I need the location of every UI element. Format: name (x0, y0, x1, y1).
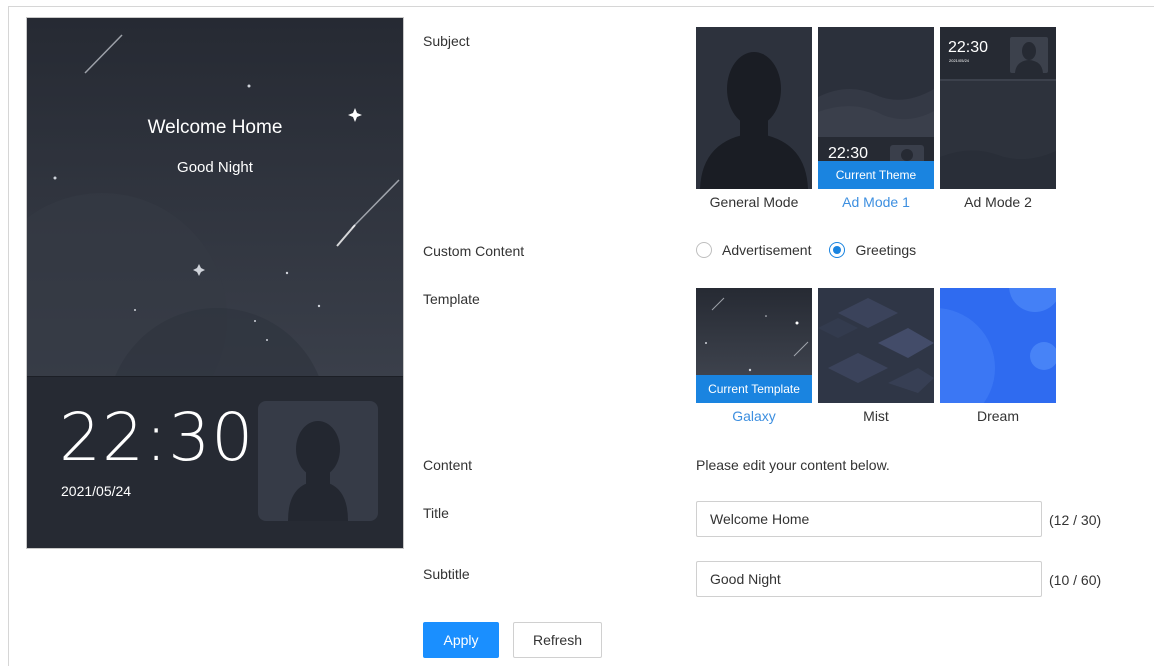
radio-label: Advertisement (722, 242, 812, 258)
preview-time: 22:30 (59, 399, 255, 476)
custom-content-radio-group: Advertisement Greetings (696, 242, 934, 258)
avatar-silhouette-icon (258, 401, 378, 521)
mist-thumbnail (818, 288, 934, 403)
radio-unchecked-icon[interactable] (696, 242, 712, 258)
subtitle-label: Subtitle (423, 566, 470, 582)
theme-card-ad-mode-2[interactable]: 22:30 2021/05/24 Ad Mode 2 (940, 27, 1056, 210)
template-card-galaxy[interactable]: Current Template Galaxy (696, 288, 812, 424)
general-mode-thumbnail (696, 27, 812, 189)
content-label: Content (423, 457, 473, 473)
theme-card-general-mode[interactable]: General Mode (696, 27, 812, 210)
content-hint: Please edit your content below. (696, 457, 890, 473)
ad-mode-2-time: 22:30 (948, 39, 989, 56)
title-counter: (12 / 30) (1049, 512, 1102, 528)
preview-date: 2021/05/24 (61, 483, 132, 499)
subject-label: Subject (423, 33, 470, 49)
radio-greetings[interactable]: Greetings (829, 242, 916, 258)
preview-info-panel: 22:30 2021/05/24 (27, 376, 403, 548)
theme-name: Ad Mode 2 (964, 194, 1032, 210)
theme-card-ad-mode-1[interactable]: 22:30 Current Theme Ad Mode 1 (818, 27, 934, 210)
theme-name: Ad Mode 1 (842, 194, 910, 210)
custom-content-label: Custom Content (423, 243, 525, 259)
theme-name: General Mode (709, 194, 799, 210)
current-theme-badge: Current Theme (818, 161, 934, 189)
current-template-badge: Current Template (696, 375, 812, 403)
preview-title: Welcome Home (147, 117, 283, 138)
refresh-button[interactable]: Refresh (513, 622, 602, 658)
apply-button[interactable]: Apply (423, 622, 499, 658)
title-input[interactable] (696, 501, 1042, 537)
ad-mode-1-thumbnail: 22:30 Current Theme (818, 27, 934, 189)
preview-subtitle: Good Night (177, 159, 253, 176)
template-label: Template (423, 291, 480, 307)
subtitle-input[interactable] (696, 561, 1042, 597)
preview-screen: Welcome Home Good Night 22:30 2021/05/24 (26, 17, 404, 549)
title-label: Title (423, 505, 449, 521)
dream-thumbnail (940, 288, 1056, 403)
radio-advertisement[interactable]: Advertisement (696, 242, 811, 258)
ad-mode-2-date: 2021/05/24 (949, 58, 970, 63)
template-card-dream[interactable]: Dream (940, 288, 1056, 424)
radio-label: Greetings (855, 242, 917, 258)
ad-mode-2-thumbnail: 22:30 2021/05/24 (940, 27, 1056, 189)
template-card-mist[interactable]: Mist (818, 288, 934, 424)
galaxy-thumbnail: Current Template (696, 288, 812, 403)
galaxy-background (27, 18, 403, 376)
template-name: Dream (976, 408, 1019, 424)
subtitle-counter: (10 / 60) (1049, 572, 1102, 588)
template-name: Mist (863, 408, 889, 424)
radio-checked-icon[interactable] (829, 242, 846, 258)
template-name: Galaxy (732, 408, 776, 424)
